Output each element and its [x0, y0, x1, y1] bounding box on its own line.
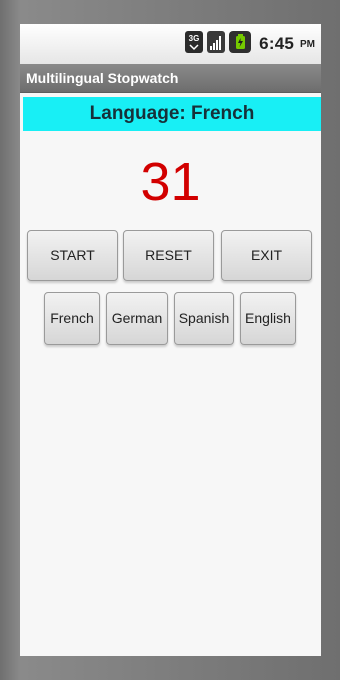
app-title: Multilingual Stopwatch — [26, 70, 179, 86]
svg-text:3G: 3G — [189, 34, 200, 43]
language-banner: Language: French — [23, 97, 321, 131]
language-label: Language: French — [89, 103, 255, 124]
title-bar: Multilingual Stopwatch — [20, 64, 321, 93]
status-bar: 3G 6:45 PM — [20, 24, 321, 65]
status-time-ampm: PM — [300, 38, 315, 50]
status-icons: 3G 6:45 PM — [185, 30, 315, 58]
app-screen: 3G 6:45 PM Multilingual Stopwatch Langua… — [20, 24, 321, 656]
french-button[interactable]: French — [44, 292, 100, 345]
device-frame: 3G 6:45 PM Multilingual Stopwatch Langua… — [0, 0, 340, 680]
spanish-button[interactable]: Spanish — [174, 292, 234, 345]
status-time: 6:45 — [259, 34, 294, 53]
battery-icon — [229, 30, 252, 58]
start-button[interactable]: START — [27, 230, 118, 281]
german-button[interactable]: German — [106, 292, 168, 345]
exit-button[interactable]: EXIT — [221, 230, 312, 281]
reset-button[interactable]: RESET — [123, 230, 214, 281]
english-button[interactable]: English — [240, 292, 296, 345]
stopwatch-counter: 31 — [140, 152, 201, 212]
signal-strength-icon — [207, 30, 226, 58]
network-3g-icon: 3G — [185, 30, 204, 58]
